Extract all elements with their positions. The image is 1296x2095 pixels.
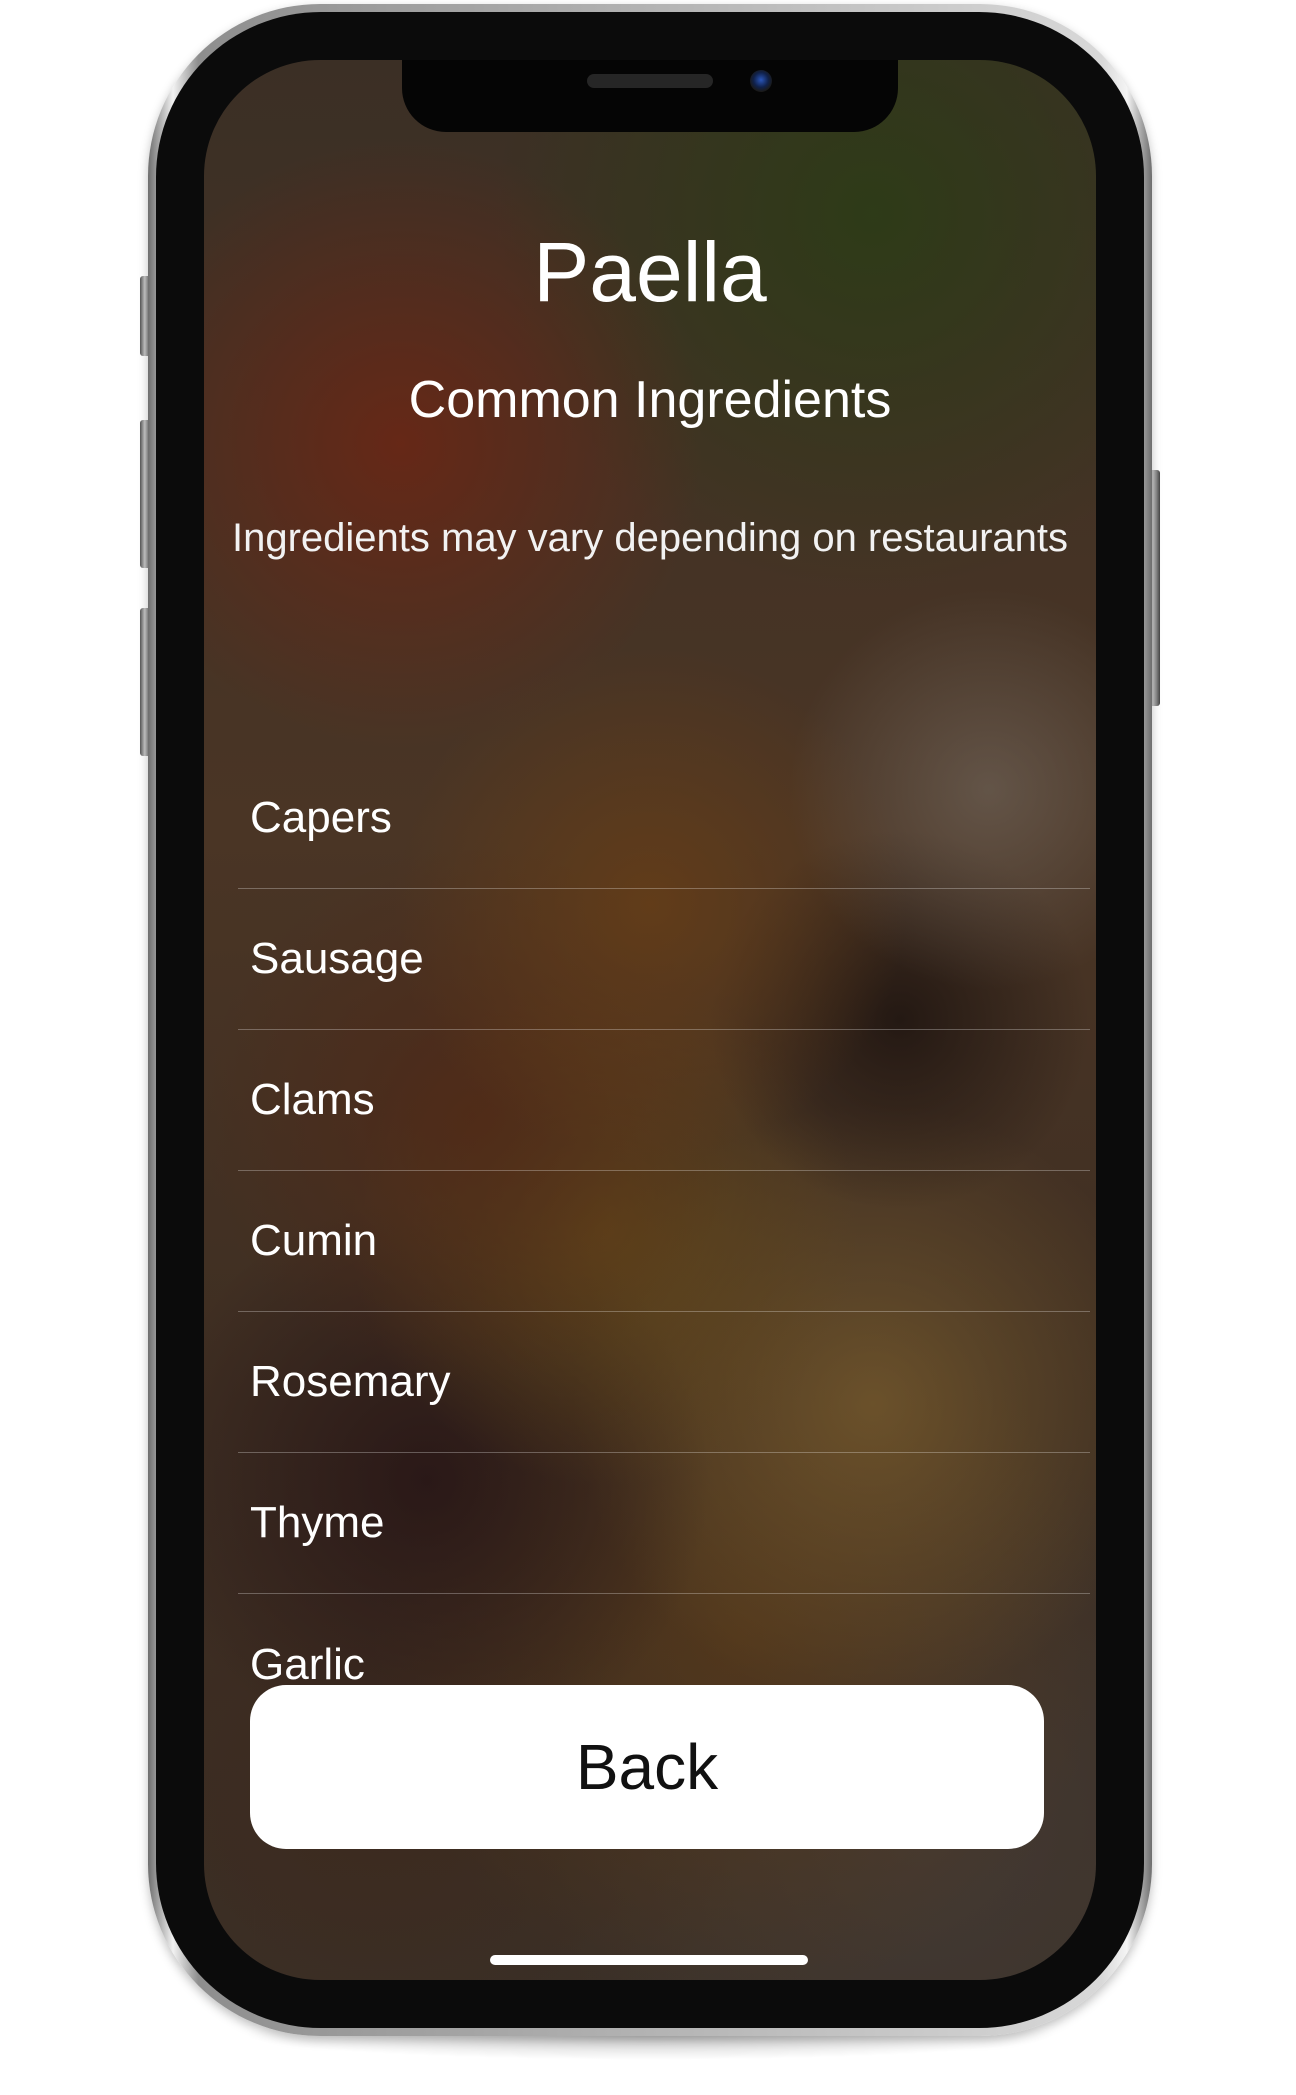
front-camera-icon: [750, 70, 772, 92]
page-title: Paella: [533, 225, 767, 319]
mockup-canvas: Paella Common Ingredients Ingredients ma…: [0, 0, 1296, 2095]
phone-frame: Paella Common Ingredients Ingredients ma…: [148, 4, 1152, 2036]
back-button[interactable]: Back: [250, 1685, 1044, 1849]
section-subtitle: Common Ingredients: [408, 371, 892, 429]
disclaimer-text: Ingredients may vary depending on restau…: [231, 516, 1069, 560]
notch: [402, 60, 898, 132]
list-item: Clams: [238, 1030, 1090, 1171]
list-item: Cumin: [238, 1171, 1090, 1312]
list-item: Thyme: [238, 1453, 1090, 1594]
list-item: Sausage: [238, 889, 1090, 1030]
ingredient-list: Capers Sausage Clams Cumin Rosemary Thym…: [238, 748, 1090, 1735]
app-screen: Paella Common Ingredients Ingredients ma…: [204, 60, 1096, 1980]
list-item: Capers: [238, 748, 1090, 889]
list-item: Rosemary: [238, 1312, 1090, 1453]
home-indicator[interactable]: [490, 1955, 808, 1965]
speaker-grille: [587, 74, 713, 88]
